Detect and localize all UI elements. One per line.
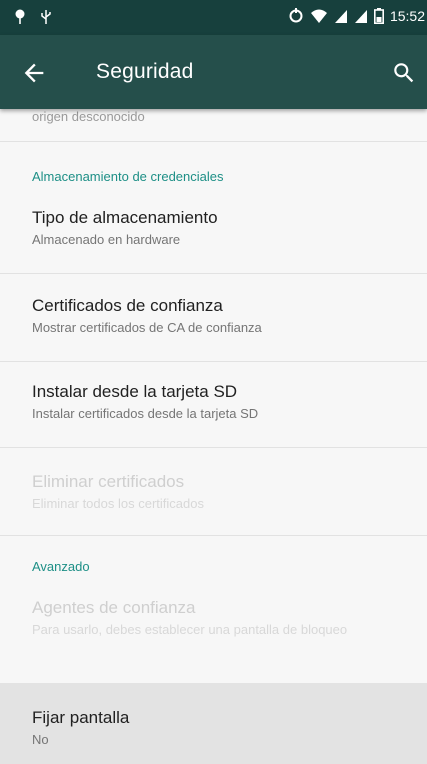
wifi-icon: [310, 8, 328, 24]
item-instalar-sd[interactable]: Instalar desde la tarjeta SD Instalar ce…: [0, 381, 427, 422]
item-title: Fijar pantalla: [32, 708, 130, 727]
battery-icon: [373, 8, 384, 24]
app-toolbar: Seguridad: [0, 35, 427, 109]
item-eliminar-certificados: Eliminar certificados Eliminar todos los…: [0, 471, 427, 512]
divider: [0, 273, 427, 274]
item-tipo-almacenamiento[interactable]: Tipo de almacenamiento Almacenado en har…: [0, 207, 427, 248]
item-summary: Almacenado en hardware: [32, 232, 181, 247]
settings-list: origen desconocido Almacenamiento de cre…: [0, 109, 427, 764]
arrow-back-icon[interactable]: [20, 59, 48, 87]
item-summary: Mostrar certificados de CA de confianza: [32, 320, 262, 335]
item-fijar-pantalla[interactable]: Fijar pantalla No: [0, 683, 427, 764]
usb-icon: [40, 9, 52, 25]
item-title: Eliminar certificados: [32, 472, 185, 491]
partial-item-summary: origen desconocido: [32, 109, 145, 124]
item-title: Instalar desde la tarjeta SD: [32, 382, 238, 401]
item-summary: Para usarlo, debes establecer una pantal…: [32, 622, 348, 637]
status-bar: 15:52: [0, 0, 427, 35]
divider: [0, 535, 427, 536]
divider: [0, 361, 427, 362]
item-certificados-confianza[interactable]: Certificados de confianza Mostrar certif…: [0, 295, 427, 336]
search-icon[interactable]: [391, 60, 417, 86]
item-summary: Instalar certificados desde la tarjeta S…: [32, 406, 259, 421]
divider: [0, 447, 427, 448]
item-title: Certificados de confianza: [32, 296, 223, 315]
signal-icon: [334, 8, 348, 24]
item-summary: No: [32, 732, 49, 747]
sync-icon: [288, 8, 304, 24]
signal-icon-2: [354, 8, 368, 24]
category-credentials: Almacenamiento de credenciales: [32, 169, 224, 184]
item-title: Tipo de almacenamiento: [32, 208, 218, 227]
notification-pin-icon: [14, 9, 26, 25]
item-summary: Eliminar todos los certificados: [32, 496, 204, 511]
item-title: Agentes de confianza: [32, 598, 196, 617]
item-agentes-confianza: Agentes de confianza Para usarlo, debes …: [0, 597, 427, 638]
clock: 15:52: [389, 8, 425, 24]
page-title: Seguridad: [96, 60, 194, 83]
divider: [0, 141, 427, 142]
category-advanced: Avanzado: [32, 559, 90, 574]
